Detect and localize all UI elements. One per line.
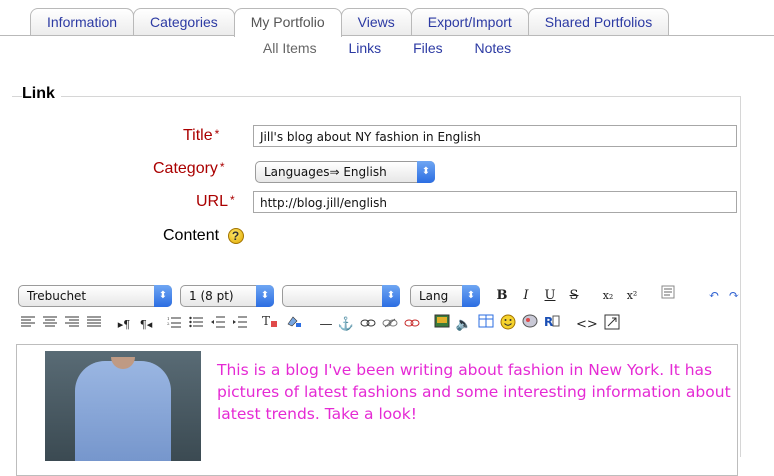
font-family-select[interactable]: Trebuchet ⬍ [18, 285, 172, 307]
tab-shared-portfolios[interactable]: Shared Portfolios [527, 8, 670, 35]
content-label-row: Content ? [163, 227, 244, 245]
required-asterisk: * [230, 193, 235, 207]
tab-divider [0, 35, 774, 36]
bold-button[interactable]: B [492, 285, 512, 307]
link-icon[interactable] [358, 314, 378, 336]
select-arrows-icon: ⬍ [154, 285, 172, 307]
tab-views[interactable]: Views [340, 8, 412, 35]
table-icon[interactable] [476, 314, 496, 336]
url-label: URL [196, 193, 229, 210]
editor-toolbar-row-2: ▸¶ ¶◂ 12 T — ⚓ 🔈 R <> [18, 314, 758, 338]
help-icon[interactable]: ? [227, 227, 244, 244]
fieldset-legend: Link [22, 85, 61, 103]
paste-text-icon[interactable]: R [542, 314, 562, 336]
underline-button[interactable]: U [540, 285, 560, 307]
ltr-icon[interactable]: ▸¶ [114, 314, 134, 336]
insert-file-icon[interactable] [520, 314, 540, 336]
align-center-icon[interactable] [40, 314, 60, 336]
select-arrows-icon: ⬍ [256, 285, 274, 307]
portfolio-tabs: Information Categories My Portfolio View… [0, 0, 774, 37]
subnav-files[interactable]: Files [413, 40, 443, 56]
html-source-icon[interactable]: <> [576, 314, 598, 336]
tab-categories[interactable]: Categories [133, 8, 235, 35]
clean-word-icon[interactable] [658, 285, 678, 307]
subscript-button[interactable]: x₂ [598, 285, 618, 307]
auto-link-icon[interactable] [402, 314, 422, 336]
svg-text:2: 2 [167, 321, 170, 326]
category-select-value: Languages⇒ English [264, 165, 387, 179]
url-input[interactable]: http://blog.jill/english [253, 191, 737, 213]
category-select[interactable]: Languages⇒ English ⬍ [255, 161, 435, 183]
font-family-value: Trebuchet [27, 289, 87, 303]
title-label-row: Title * [183, 127, 219, 145]
select-arrows-icon: ⬍ [462, 285, 480, 307]
fullscreen-icon[interactable] [602, 314, 622, 336]
format-select[interactable]: ⬍ [282, 285, 400, 307]
category-label-row: Category * [153, 160, 225, 178]
bullet-list-icon[interactable] [186, 314, 206, 336]
redo-button[interactable]: ↷ [724, 285, 744, 307]
background-color-icon[interactable] [284, 314, 304, 336]
svg-text:T: T [262, 314, 270, 328]
superscript-button[interactable]: x² [622, 285, 642, 307]
rtl-icon[interactable]: ¶◂ [136, 314, 156, 336]
select-arrows-icon: ⬍ [382, 285, 400, 307]
italic-button[interactable]: I [516, 285, 536, 307]
tab-my-portfolio[interactable]: My Portfolio [233, 8, 342, 37]
horizontal-rule-icon[interactable]: — [316, 314, 336, 336]
undo-button[interactable]: ↶ [704, 285, 724, 307]
select-arrows-icon: ⬍ [417, 161, 435, 183]
title-input[interactable]: Jill's blog about NY fashion in English [253, 125, 737, 147]
title-label: Title [183, 127, 213, 144]
content-label: Content [163, 227, 220, 244]
language-value: Lang [419, 289, 449, 303]
text-color-icon[interactable]: T [260, 314, 280, 336]
tab-row: Information Categories My Portfolio View… [30, 8, 670, 37]
svg-text:R: R [544, 315, 553, 328]
emoticon-icon[interactable] [498, 314, 518, 336]
align-right-icon[interactable] [62, 314, 82, 336]
subnav-notes[interactable]: Notes [475, 40, 512, 56]
editor-content-text: This is a blog I've been writing about f… [217, 361, 731, 423]
required-asterisk: * [214, 127, 220, 141]
fashion-photo [45, 351, 201, 461]
font-size-value: 1 (8 pt) [189, 289, 234, 303]
dress-shape [75, 357, 171, 461]
media-icon[interactable]: 🔈 [454, 314, 474, 336]
language-select[interactable]: Lang ⬍ [410, 285, 480, 307]
unlink-icon[interactable] [380, 314, 400, 336]
editor-toolbar-row-1: Trebuchet ⬍ 1 (8 pt) ⬍ ⬍ Lang ⬍ B I U S … [18, 285, 758, 309]
image-icon[interactable] [432, 314, 452, 336]
tab-information[interactable]: Information [30, 8, 135, 35]
justify-icon[interactable] [84, 314, 104, 336]
rich-text-editor[interactable]: This is a blog I've been writing about f… [16, 344, 738, 476]
required-asterisk: * [219, 160, 225, 174]
subnav-all-items[interactable]: All Items [263, 40, 317, 56]
url-label-row: URL * [196, 193, 235, 211]
subnav-links[interactable]: Links [348, 40, 381, 56]
strikethrough-button[interactable]: S [564, 285, 584, 307]
align-left-icon[interactable] [18, 314, 38, 336]
outdent-icon[interactable] [208, 314, 228, 336]
tab-export-import[interactable]: Export/Import [410, 8, 529, 35]
indent-icon[interactable] [230, 314, 250, 336]
numbered-list-icon[interactable]: 12 [164, 314, 184, 336]
anchor-icon[interactable]: ⚓ [336, 314, 356, 336]
sub-navigation: All Items Links Files Notes [0, 40, 774, 56]
category-label: Category [153, 160, 218, 177]
font-size-select[interactable]: 1 (8 pt) ⬍ [180, 285, 274, 307]
